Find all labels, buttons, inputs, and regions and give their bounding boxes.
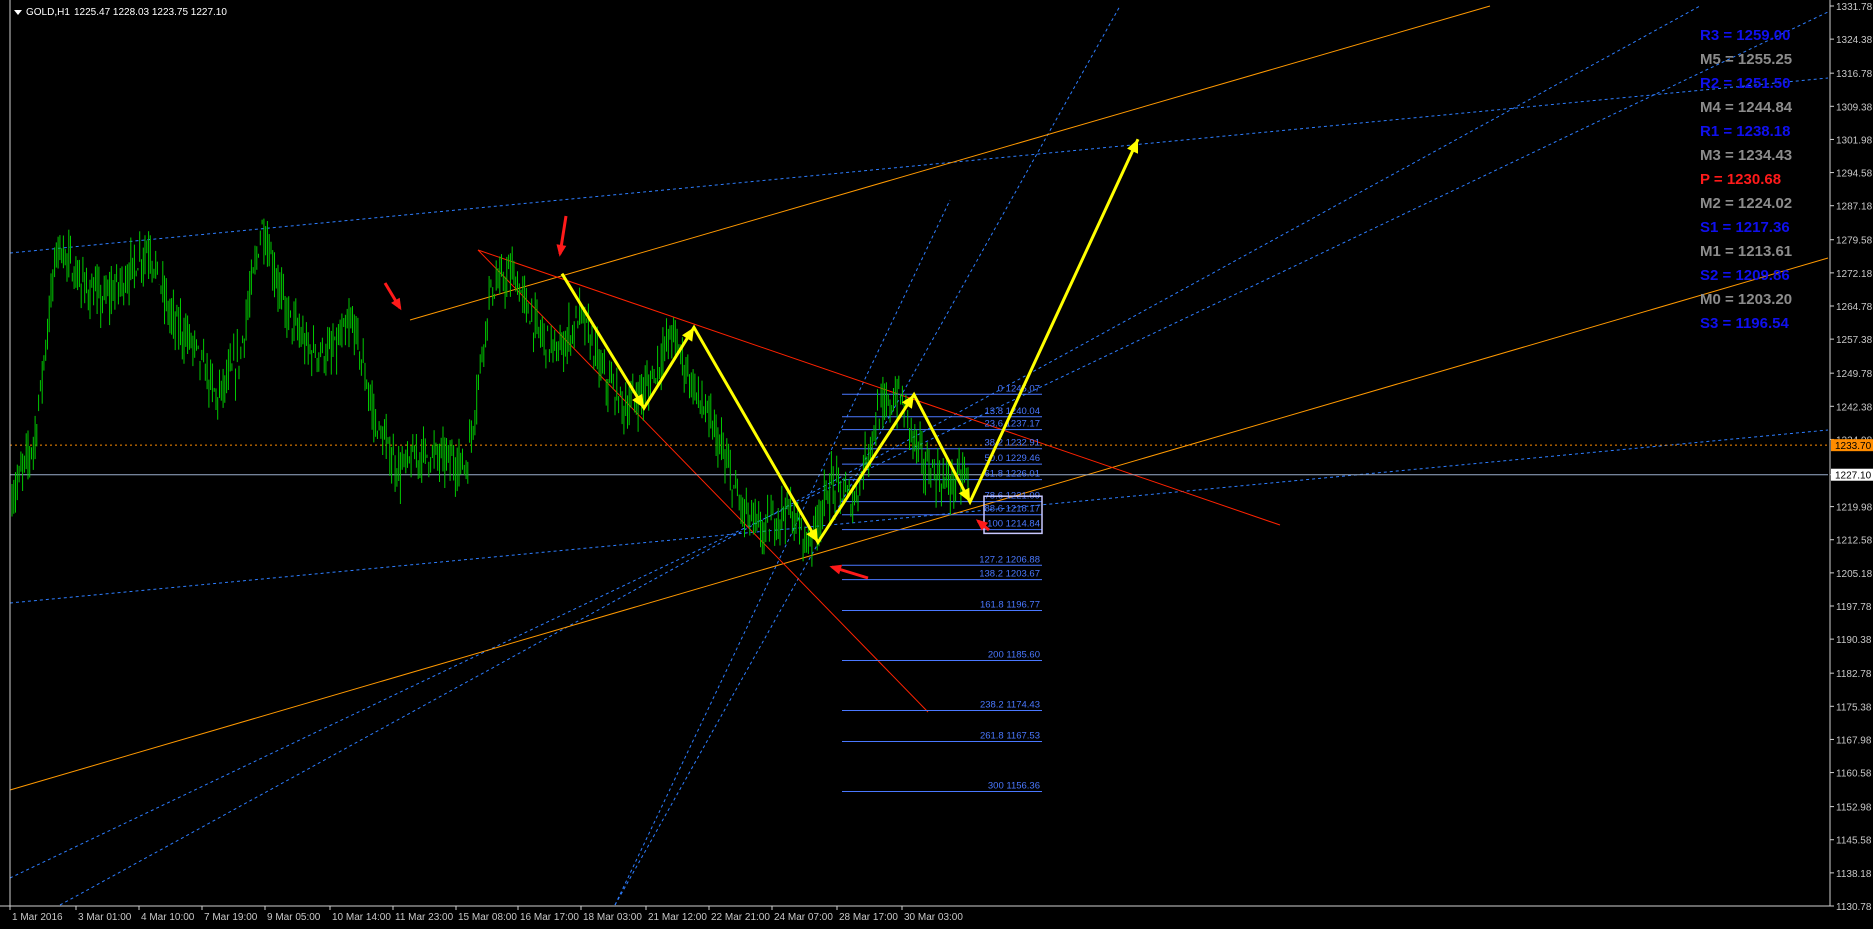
pivot-level: S2 = 1209.86 [1700,267,1790,284]
channel-red-lower[interactable] [477,249,929,713]
fib-level-label: 261.8 1167.53 [980,730,1040,741]
trendline-blue[interactable] [614,5,1121,906]
fib-level-label: 161.8 1196.77 [980,600,1040,611]
time-tick-label: 10 Mar 14:00 [332,912,391,923]
price-tick-label: 1272.18 [1836,269,1873,280]
price-tick-label: 1205.18 [1836,569,1873,580]
price-tick-label: 1182.78 [1836,669,1872,680]
price-tick-label: 1160.58 [1836,769,1872,780]
price-tick-label: 1212.58 [1836,536,1873,547]
time-tick-label: 18 Mar 03:00 [583,912,642,923]
time-tick-label: 7 Mar 19:00 [204,912,258,923]
ask-price-label: 1233.70 [1835,441,1872,452]
pivot-level: M4 = 1244.84 [1700,99,1793,116]
time-tick-label: 22 Mar 21:00 [711,912,770,923]
red-arrowhead-icon [829,564,843,575]
price-tick-label: 1264.78 [1836,302,1873,313]
fib-level-label: 200 1185.60 [988,650,1040,661]
fib-level-label: 127.2 1206.88 [979,554,1040,565]
price-tick-label: 1331.78 [1836,2,1873,13]
time-tick-label: 15 Mar 08:00 [458,912,517,923]
fib-level-label: 38.2 1232.91 [985,438,1040,449]
price-tick-label: 1190.38 [1836,635,1872,646]
fib-level-label: 138.2 1203.67 [979,569,1040,580]
pivot-level: R1 = 1238.18 [1700,123,1791,140]
pivot-level: P = 1230.68 [1700,171,1781,188]
channel-upper-orange[interactable] [409,5,1491,321]
time-tick-label: 9 Mar 05:00 [267,912,321,923]
price-tick-label: 1167.98 [1836,735,1872,746]
price-tick-label: 1324.38 [1836,35,1873,46]
pivot-level: S1 = 1217.36 [1700,219,1790,236]
price-tick-label: 1301.98 [1836,135,1873,146]
red-arrowhead-icon [556,244,567,257]
price-chart[interactable]: 0 1245.0713.8 1240.0423.6 1237.1738.2 12… [0,0,1873,929]
fib-level-label: 23.6 1237.17 [985,419,1040,430]
price-tick-label: 1145.58 [1836,836,1872,847]
trendline-blue[interactable] [9,429,1829,604]
channel-red-upper[interactable] [477,249,1281,526]
price-tick-label: 1242.38 [1836,402,1873,413]
time-tick-label: 28 Mar 17:00 [839,912,898,923]
fib-level-label: 300 1156.36 [988,780,1040,791]
trendline-blue[interactable] [59,5,1701,906]
price-tick-label: 1287.18 [1836,202,1873,213]
price-tick-label: 1249.78 [1836,369,1873,380]
price-tick-label: 1152.98 [1836,803,1872,814]
bid-price-label: 1227.10 [1835,471,1872,482]
fib-level-label: 88.6 1218.17 [985,504,1040,515]
fib-level-label: 0 1245.07 [998,383,1040,394]
time-tick-label: 21 Mar 12:00 [648,912,707,923]
chart-menu-triangle-icon[interactable] [14,10,22,15]
time-tick-label: 1 Mar 2016 [12,912,63,923]
fib-level-label: 238.2 1174.43 [980,700,1040,711]
trendline-blue[interactable] [614,199,951,906]
pivot-level: M3 = 1234.43 [1700,147,1792,164]
time-tick-label: 24 Mar 07:00 [774,912,833,923]
time-tick-label: 30 Mar 03:00 [904,912,963,923]
pivot-level: M1 = 1213.61 [1700,243,1792,260]
price-tick-label: 1197.78 [1836,602,1872,613]
pivot-level: M5 = 1255.25 [1700,51,1792,68]
pivot-level: M0 = 1203.20 [1700,291,1792,308]
chart-window[interactable]: 0 1245.07 13.8 1240.04 23.6 1237.17 38.2 12… [0,0,1873,929]
price-tick-label: 1130.78 [1836,902,1872,913]
fib-level-label: 61.8 1226.01 [985,469,1040,480]
price-tick-label: 1175.38 [1836,702,1872,713]
fib-level-label: 100 1214.84 [987,519,1040,530]
time-tick-label: 11 Mar 23:00 [395,912,454,923]
price-tick-label: 1294.58 [1836,169,1873,180]
price-tick-label: 1279.58 [1836,236,1873,247]
time-tick-label: 16 Mar 17:00 [520,912,579,923]
symbol-title: GOLD,H1 [26,7,70,18]
time-tick-label: 3 Mar 01:00 [78,912,132,923]
pivot-level: S3 = 1196.54 [1700,315,1789,332]
price-tick-label: 1309.38 [1836,102,1873,113]
pivot-level: R3 = 1259.00 [1700,27,1791,44]
pivot-level: M2 = 1224.02 [1700,195,1792,212]
pivot-level: R2 = 1251.50 [1700,75,1791,92]
price-tick-label: 1257.38 [1836,335,1873,346]
price-tick-label: 1316.78 [1836,69,1873,80]
price-tick-label: 1219.98 [1836,503,1873,514]
trendline-blue[interactable] [9,77,1829,254]
price-tick-label: 1138.18 [1836,869,1872,880]
zigzag-pattern[interactable] [560,138,1140,546]
ohlc-readout: 1225.47 1228.03 1223.75 1227.10 [74,7,227,18]
time-tick-label: 4 Mar 10:00 [141,912,195,923]
